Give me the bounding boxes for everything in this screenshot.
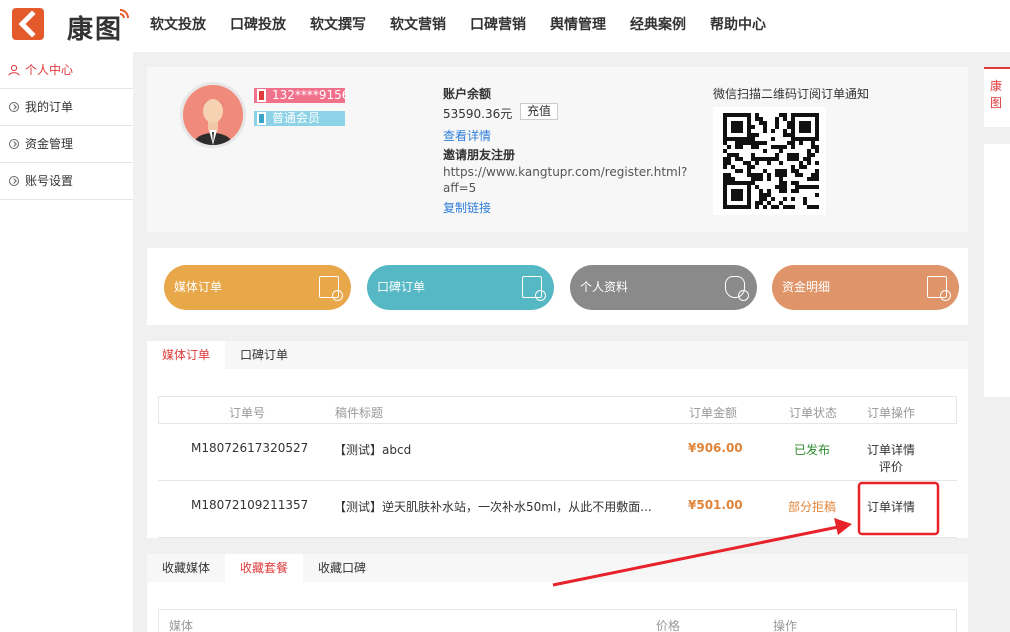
balance-value: 53590.36元 bbox=[443, 107, 513, 121]
column-header-status: 订单状态 bbox=[789, 406, 838, 420]
column-header-actions: 订单操作 bbox=[867, 406, 916, 420]
order-id: M18072617320527 bbox=[191, 441, 309, 455]
tab-favorite-media[interactable]: 收藏媒体 bbox=[147, 554, 225, 582]
main-nav: 软文投放 口碑投放 软文撰写 软文营销 口碑营销 舆情管理 经典案例 帮助中心 bbox=[150, 0, 790, 52]
ledger-icon bbox=[927, 276, 951, 301]
profile-panel: 132****9156 普通会员 账户余额 53590.36元 充值 查看详情 … bbox=[147, 67, 968, 232]
favorites-panel: 收藏媒体 收藏套餐 收藏口碑 媒体 价格 操作 bbox=[147, 554, 968, 632]
document-clock-icon bbox=[522, 276, 546, 301]
nav-item-help[interactable]: 帮助中心 bbox=[710, 0, 766, 52]
column-header-media: 媒体 bbox=[169, 619, 194, 632]
chevron-circle-icon bbox=[9, 102, 19, 112]
order-title: 【测试】abcd bbox=[334, 443, 412, 457]
personal-info-card[interactable]: 个人资料 bbox=[570, 265, 757, 310]
shield-gear-icon bbox=[725, 276, 749, 301]
user-icon bbox=[8, 64, 20, 76]
tab-favorite-word-of-mouth[interactable]: 收藏口碑 bbox=[303, 554, 381, 582]
order-id: M18072109211357 bbox=[191, 498, 309, 512]
recharge-button[interactable]: 充值 bbox=[520, 103, 558, 120]
sidebar: 个人中心 我的订单 资金管理 账号设置 bbox=[0, 52, 133, 632]
phone-badge: 132****9156 bbox=[254, 88, 349, 103]
card-label: 媒体订单 bbox=[174, 280, 223, 294]
orders-tabs: 媒体订单 口碑订单 bbox=[147, 341, 968, 369]
order-status: 已发布 bbox=[794, 443, 831, 457]
fund-details-card[interactable]: 资金明细 bbox=[772, 265, 959, 310]
invite-title: 邀请朋友注册 bbox=[443, 148, 516, 162]
right-rail-body bbox=[984, 144, 1010, 397]
top-header: 康图 软文投放 口碑投放 软文撰写 软文营销 口碑营销 舆情管理 经典案例 帮助… bbox=[0, 0, 1010, 52]
nav-item-soft-article-writing[interactable]: 软文撰写 bbox=[310, 0, 366, 52]
word-of-mouth-orders-card[interactable]: 口碑订单 bbox=[367, 265, 554, 310]
copy-link-button[interactable]: 复制链接 bbox=[443, 199, 491, 216]
member-badge: 普通会员 bbox=[254, 111, 345, 126]
column-header-operation: 操作 bbox=[773, 619, 798, 632]
order-title: 【测试】逆天肌肤补水站，一次补水50ml，从此不用敷面... bbox=[334, 500, 652, 514]
nav-item-word-of-mouth-placement[interactable]: 口碑投放 bbox=[230, 0, 286, 52]
right-rail: 康图 bbox=[984, 67, 1010, 397]
balance-label: 账户余额 bbox=[443, 87, 492, 101]
media-orders-card[interactable]: 媒体订单 bbox=[164, 265, 351, 310]
orders-table-header: 订单号 稿件标题 订单金额 订单状态 订单操作 bbox=[158, 396, 957, 424]
quick-cards-panel: 媒体订单 口碑订单 个人资料 资金明细 bbox=[147, 248, 968, 325]
member-icon bbox=[257, 112, 266, 125]
tab-media-orders[interactable]: 媒体订单 bbox=[147, 341, 225, 369]
sidebar-item-label: 账号设置 bbox=[25, 173, 74, 188]
favorites-tabs: 收藏媒体 收藏套餐 收藏口碑 bbox=[147, 554, 968, 582]
sidebar-item-label: 个人中心 bbox=[25, 62, 74, 77]
tab-favorite-packages[interactable]: 收藏套餐 bbox=[225, 554, 303, 582]
sidebar-item-label: 我的订单 bbox=[25, 99, 74, 114]
column-header-price: 价格 bbox=[656, 619, 681, 632]
nav-item-cases[interactable]: 经典案例 bbox=[630, 0, 686, 52]
logo-text: 康图 bbox=[67, 15, 124, 45]
member-level: 普通会员 bbox=[272, 111, 321, 125]
sidebar-item-my-orders[interactable]: 我的订单 bbox=[0, 89, 133, 126]
sidebar-item-personal-center[interactable]: 个人中心 bbox=[0, 52, 133, 89]
order-detail-link[interactable]: 订单详情 bbox=[867, 441, 915, 458]
right-rail-tab[interactable]: 康图 bbox=[984, 67, 1010, 127]
brand-logo[interactable]: 康图 bbox=[10, 4, 135, 45]
person-avatar-icon bbox=[183, 85, 243, 145]
nav-item-word-of-mouth-marketing[interactable]: 口碑营销 bbox=[470, 0, 526, 52]
order-amount: ¥501.00 bbox=[688, 498, 743, 512]
order-detail-link[interactable]: 订单详情 bbox=[867, 498, 915, 515]
favorites-table-header: 媒体 价格 操作 bbox=[158, 609, 957, 632]
tab-word-of-mouth-orders[interactable]: 口碑订单 bbox=[225, 341, 303, 369]
column-header-title: 稿件标题 bbox=[335, 406, 384, 420]
avatar bbox=[180, 82, 246, 148]
card-label: 个人资料 bbox=[580, 280, 629, 294]
orders-table: 订单号 稿件标题 订单金额 订单状态 订单操作 M18072617320527 … bbox=[158, 396, 957, 538]
qr-code bbox=[713, 107, 826, 215]
sidebar-item-account-settings[interactable]: 账号设置 bbox=[0, 163, 133, 200]
phone-icon bbox=[257, 89, 266, 102]
invite-url: https://www.kangtupr.com/register.html?a… bbox=[443, 165, 688, 195]
document-clock-icon bbox=[319, 276, 343, 301]
table-row: M18072109211357 【测试】逆天肌肤补水站，一次补水50ml，从此不… bbox=[158, 481, 957, 538]
order-review-link[interactable]: 评价 bbox=[879, 458, 903, 475]
view-detail-link[interactable]: 查看详情 bbox=[443, 127, 491, 144]
chevron-circle-icon bbox=[9, 139, 19, 149]
nav-item-soft-article-placement[interactable]: 软文投放 bbox=[150, 0, 206, 52]
order-status: 部分拒稿 bbox=[788, 500, 837, 514]
sidebar-item-label: 资金管理 bbox=[25, 136, 74, 151]
qr-title: 微信扫描二维码订阅订单通知 bbox=[713, 87, 870, 101]
nav-item-public-opinion[interactable]: 舆情管理 bbox=[550, 0, 606, 52]
nav-item-soft-article-marketing[interactable]: 软文营销 bbox=[390, 0, 446, 52]
orders-panel: 媒体订单 口碑订单 订单号 稿件标题 订单金额 订单状态 订单操作 M18072… bbox=[147, 341, 968, 538]
table-row: M18072617320527 【测试】abcd ¥906.00 已发布 订单详… bbox=[158, 424, 957, 481]
sidebar-item-funds[interactable]: 资金管理 bbox=[0, 126, 133, 163]
card-label: 资金明细 bbox=[782, 280, 831, 294]
order-amount: ¥906.00 bbox=[688, 441, 743, 455]
card-label: 口碑订单 bbox=[377, 280, 426, 294]
chevron-circle-icon bbox=[9, 176, 19, 186]
column-header-order-id: 订单号 bbox=[229, 406, 266, 420]
phone-number: 132****9156 bbox=[272, 88, 350, 102]
column-header-amount: 订单金额 bbox=[689, 406, 738, 420]
qr-code-icon bbox=[723, 113, 819, 209]
